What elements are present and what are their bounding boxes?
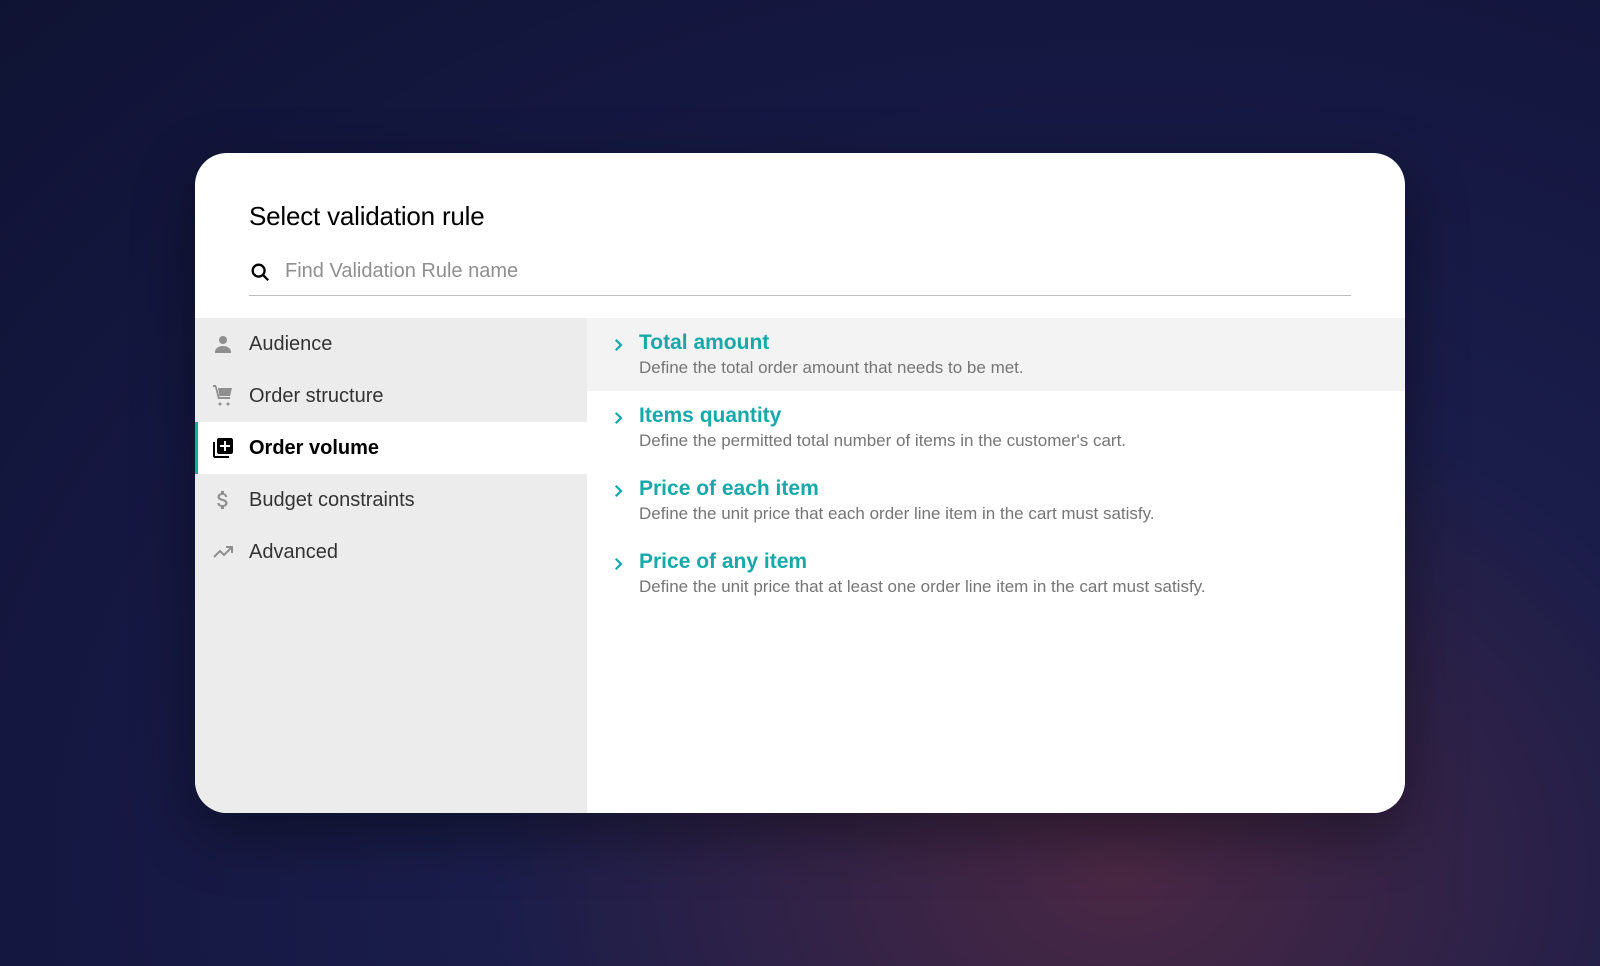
search-input[interactable]: [285, 256, 1351, 287]
sidebar-item-budget-constraints[interactable]: Budget constraints: [195, 474, 587, 526]
rule-description: Define the unit price that at least one …: [639, 577, 1383, 597]
rule-description: Define the unit price that each order li…: [639, 504, 1383, 524]
rule-description: Define the permitted total number of ite…: [639, 431, 1383, 451]
rule-text: Price of any item Define the unit price …: [639, 550, 1383, 597]
content-area: Audience Order structure Order volume Bu…: [195, 318, 1405, 813]
rule-text: Price of each item Define the unit price…: [639, 477, 1383, 524]
chevron-right-icon: [609, 482, 627, 500]
sidebar-item-label: Order volume: [249, 437, 379, 460]
rule-price-of-each-item[interactable]: Price of each item Define the unit price…: [587, 464, 1405, 537]
rule-title: Price of each item: [639, 477, 1383, 501]
rule-items-quantity[interactable]: Items quantity Define the permitted tota…: [587, 391, 1405, 464]
sidebar-item-label: Audience: [249, 333, 332, 356]
cart-icon: [211, 384, 235, 408]
library-add-icon: [211, 436, 235, 460]
sidebar-item-label: Budget constraints: [249, 489, 415, 512]
validation-rule-modal: Select validation rule Audience Order st…: [195, 153, 1405, 813]
rule-text: Items quantity Define the permitted tota…: [639, 404, 1383, 451]
rule-title: Total amount: [639, 331, 1383, 355]
rule-text: Total amount Define the total order amou…: [639, 331, 1383, 378]
rule-total-amount[interactable]: Total amount Define the total order amou…: [587, 318, 1405, 391]
modal-title: Select validation rule: [249, 201, 1351, 232]
rule-title: Price of any item: [639, 550, 1383, 574]
sidebar-item-audience[interactable]: Audience: [195, 318, 587, 370]
sidebar-item-order-volume[interactable]: Order volume: [195, 422, 587, 474]
rule-description: Define the total order amount that needs…: [639, 358, 1383, 378]
person-icon: [211, 332, 235, 356]
sidebar-item-order-structure[interactable]: Order structure: [195, 370, 587, 422]
dollar-icon: [211, 488, 235, 512]
category-sidebar: Audience Order structure Order volume Bu…: [195, 318, 587, 813]
sidebar-item-label: Advanced: [249, 541, 338, 564]
rule-title: Items quantity: [639, 404, 1383, 428]
trending-icon: [211, 540, 235, 564]
chevron-right-icon: [609, 336, 627, 354]
chevron-right-icon: [609, 409, 627, 427]
sidebar-item-label: Order structure: [249, 385, 383, 408]
search-row: [249, 256, 1351, 296]
sidebar-item-advanced[interactable]: Advanced: [195, 526, 587, 578]
chevron-right-icon: [609, 555, 627, 573]
rules-list: Total amount Define the total order amou…: [587, 318, 1405, 813]
search-icon: [249, 261, 271, 283]
rule-price-of-any-item[interactable]: Price of any item Define the unit price …: [587, 537, 1405, 610]
